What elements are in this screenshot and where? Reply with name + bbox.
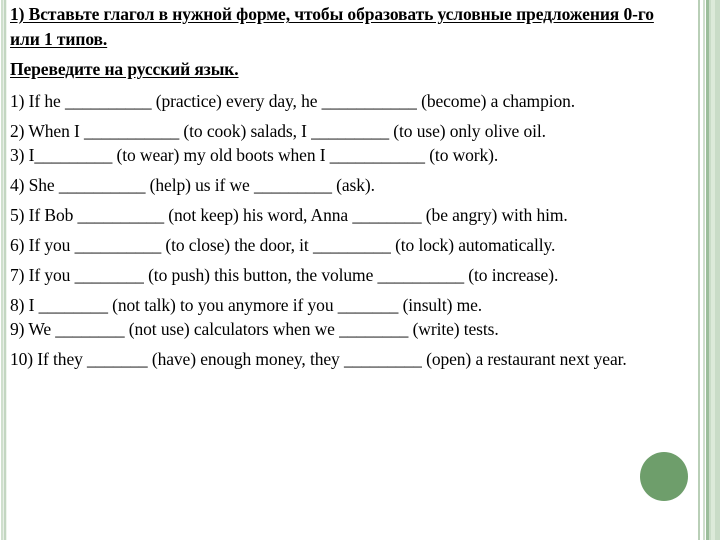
- exercise-item-3: 3) I_________ (to wear) my old boots whe…: [10, 145, 499, 165]
- exercise-item-7: 7) If you ________ (to push) this button…: [10, 265, 559, 285]
- exercise-item-10: 10) If they _______ (have) enough money,…: [10, 349, 627, 369]
- exercise-item-2: 2) When I ___________ (to cook) salads, …: [10, 121, 546, 141]
- right-border-stripe: [694, 0, 720, 540]
- green-ellipse-decoration: [640, 452, 688, 501]
- exercise-item-9: 9) We ________ (not use) calculators whe…: [10, 319, 499, 339]
- task-instruction-heading: 1) Вставьте глагол в нужной форме, чтобы…: [10, 4, 654, 49]
- left-border-stripe: [0, 0, 9, 540]
- translate-instruction-heading: Переведите на русский язык.: [10, 59, 239, 79]
- exercise-item-5: 5) If Bob __________ (not keep) his word…: [10, 205, 568, 225]
- exercise-item-8: 8) I ________ (not talk) to you anymore …: [10, 295, 483, 315]
- slide-canvas: 1) Вставьте глагол в нужной форме, чтобы…: [0, 0, 720, 540]
- exercise-item-6: 6) If you __________ (to close) the door…: [10, 235, 556, 255]
- exercise-item-1: 1) If he __________ (practice) every day…: [10, 91, 576, 111]
- exercise-item-4: 4) She __________ (help) us if we ______…: [10, 175, 375, 195]
- slide-content: 1) Вставьте глагол в нужной форме, чтобы…: [10, 2, 696, 538]
